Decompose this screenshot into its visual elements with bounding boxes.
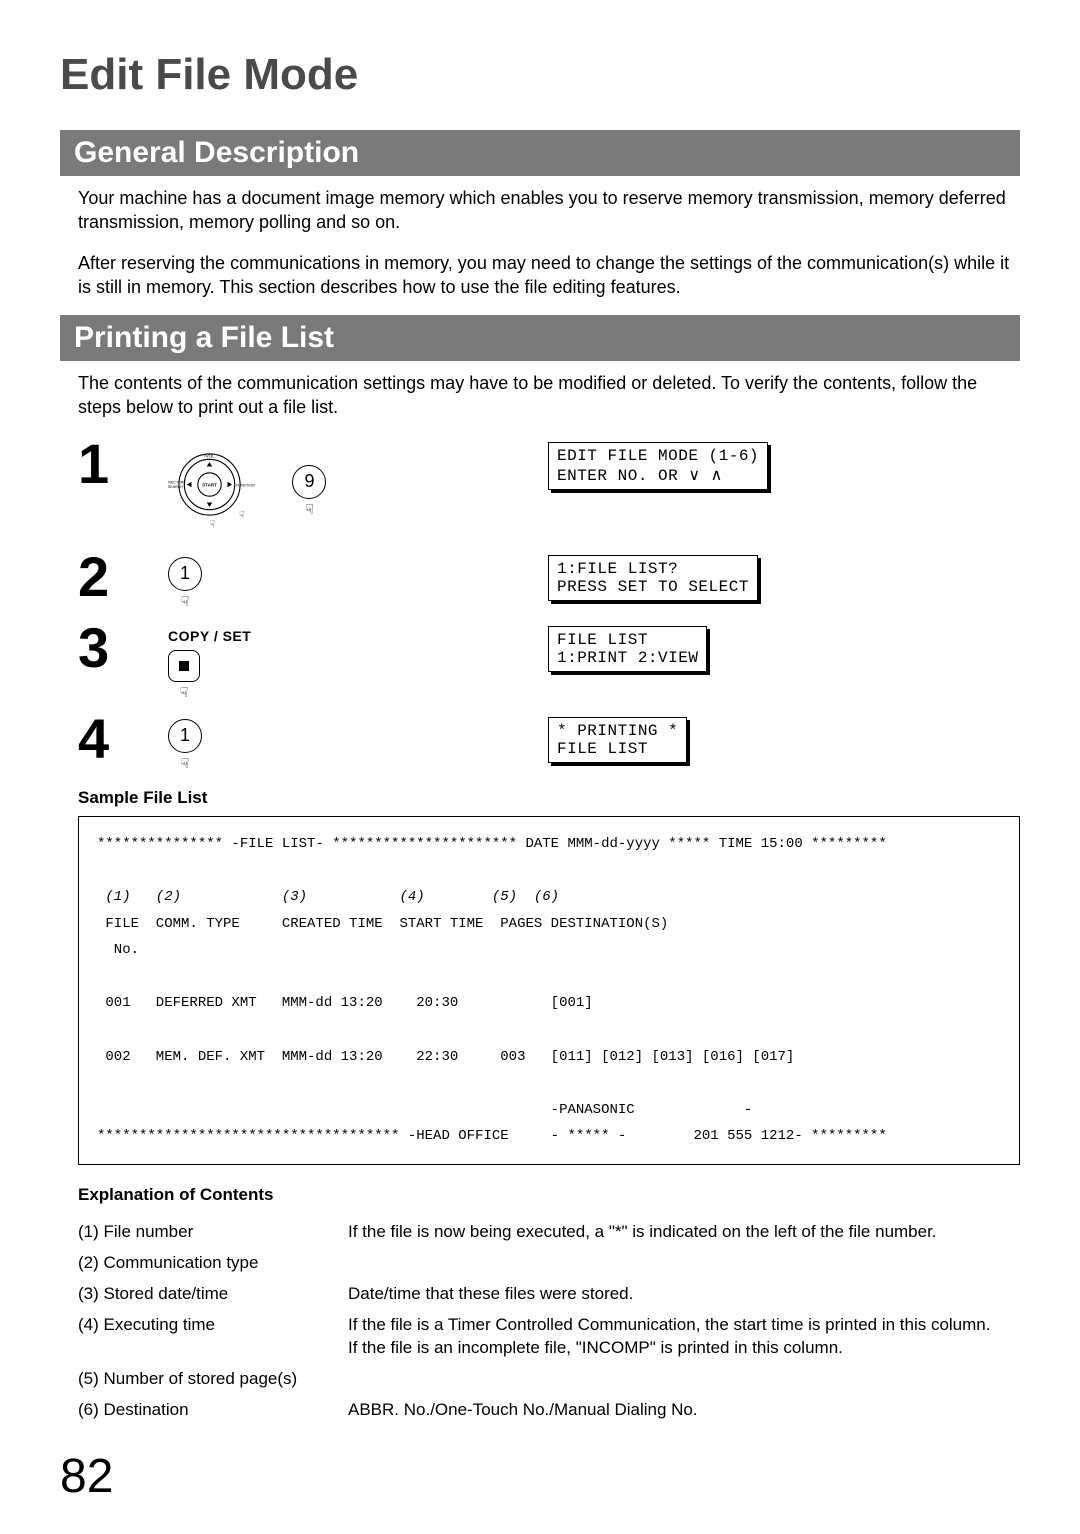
step-1: 1 +VOL. DIRECTORY SEARCH START FUNCTION … <box>78 436 1020 539</box>
hand-press-icon: ☟ <box>168 684 200 701</box>
section-heading-general: General Description <box>60 130 1020 176</box>
step-3: 3 COPY / SET ☟ FILE LIST 1:PRINT 2:VIEW <box>78 620 1020 701</box>
lcd-step-4: * PRINTING * FILE LIST <box>548 717 687 763</box>
key-9-label: 9 <box>292 465 326 499</box>
step-3-number: 3 <box>78 620 168 676</box>
explan-4-label: (4) Executing time <box>78 1310 348 1364</box>
hand-press-icon: ☟ <box>168 593 202 610</box>
step-4: 4 1 ☟ * PRINTING * FILE LIST <box>78 711 1020 772</box>
dial-left-label-1: DIRECTORY <box>168 480 186 484</box>
key-1-label: 1 <box>168 557 202 591</box>
key-1: 1 ☟ <box>168 557 202 610</box>
explan-3-desc: Date/time that these files were stored. <box>348 1279 1020 1310</box>
sample-file-list-label: Sample File List <box>78 788 1020 808</box>
step-2: 2 1 ☟ 1:FILE LIST? PRESS SET TO SELECT <box>78 549 1020 610</box>
explan-4-desc: If the file is a Timer Controlled Commun… <box>348 1310 1020 1364</box>
sample-col-headers: FILE COMM. TYPE CREATED TIME START TIME … <box>97 916 668 959</box>
table-row: (5) Number of stored page(s) <box>78 1364 1020 1395</box>
page-number: 82 <box>60 1449 1020 1504</box>
stop-icon <box>168 650 200 682</box>
explan-3-label: (3) Stored date/time <box>78 1279 348 1310</box>
key-9: 9 ☟ <box>292 465 326 518</box>
dial-left-label-2: SEARCH <box>168 485 183 489</box>
step-4-number: 4 <box>78 711 168 767</box>
printing-p1: The contents of the communication settin… <box>78 371 1020 420</box>
table-row: (3) Stored date/time Date/time that thes… <box>78 1279 1020 1310</box>
hand-press-icon: ☟ <box>210 519 215 529</box>
sample-header: *************** -FILE LIST- ************… <box>97 836 887 852</box>
sample-footer: ************************************ -HE… <box>97 1128 887 1144</box>
sample-row-1: 001 DEFERRED XMT MMM-dd 13:20 20:30 [001… <box>97 995 593 1011</box>
explanation-heading: Explanation of Contents <box>78 1185 1020 1205</box>
general-desc-p1: Your machine has a document image memory… <box>78 186 1020 235</box>
lcd-step-3: FILE LIST 1:PRINT 2:VIEW <box>548 626 707 672</box>
page-title: Edit File Mode <box>60 50 1020 100</box>
sample-file-list-box: *************** -FILE LIST- ************… <box>78 816 1020 1165</box>
dial-wheel-icon: +VOL. DIRECTORY SEARCH START FUNCTION ☟ … <box>168 444 278 539</box>
section-heading-printing: Printing a File List <box>60 315 1020 361</box>
explan-1-desc: If the file is now being executed, a "*"… <box>348 1217 1020 1248</box>
dial-center-label: START <box>202 482 217 487</box>
dial-top-label: +VOL. <box>203 453 216 458</box>
copy-set-text: COPY / SET <box>168 628 251 644</box>
explan-6-label: (6) Destination <box>78 1395 348 1426</box>
lcd-step-1: EDIT FILE MODE (1-6) ENTER NO. OR ∨ ∧ <box>548 442 768 490</box>
general-desc-p2: After reserving the communications in me… <box>78 251 1020 300</box>
steps-container: 1 +VOL. DIRECTORY SEARCH START FUNCTION … <box>78 436 1020 772</box>
explanation-table: (1) File number If the file is now being… <box>78 1217 1020 1426</box>
step-1-number: 1 <box>78 436 168 492</box>
key-1-label: 1 <box>168 719 202 753</box>
sample-col-nums: (1) (2) (3) (4) (5) (6) <box>97 889 559 905</box>
sample-row-2: 002 MEM. DEF. XMT MMM-dd 13:20 22:30 003… <box>97 1049 794 1065</box>
explan-1-label: (1) File number <box>78 1217 348 1248</box>
explan-6-desc: ABBR. No./One-Touch No./Manual Dialing N… <box>348 1395 1020 1426</box>
step-2-number: 2 <box>78 549 168 605</box>
explan-5-desc <box>348 1364 1020 1395</box>
dial-right-label: FUNCTION <box>236 483 255 487</box>
explan-5-label: (5) Number of stored page(s) <box>78 1364 348 1395</box>
table-row: (6) Destination ABBR. No./One-Touch No./… <box>78 1395 1020 1426</box>
table-row: (4) Executing time If the file is a Time… <box>78 1310 1020 1364</box>
table-row: (1) File number If the file is now being… <box>78 1217 1020 1248</box>
lcd-step-2: 1:FILE LIST? PRESS SET TO SELECT <box>548 555 758 601</box>
hand-press-icon: ☟ <box>292 501 326 518</box>
copy-set-label: COPY / SET <box>168 628 548 644</box>
table-row: (2) Communication type <box>78 1248 1020 1279</box>
key-1: 1 ☟ <box>168 719 202 772</box>
explan-2-label: (2) Communication type <box>78 1248 348 1279</box>
explan-2-desc <box>348 1248 1020 1279</box>
hand-press-icon: ☟ <box>168 755 202 772</box>
hand-press-icon: ☟ <box>239 510 244 520</box>
sample-brand: -PANASONIC - <box>97 1102 752 1118</box>
copy-set-key: ☟ <box>168 650 200 701</box>
